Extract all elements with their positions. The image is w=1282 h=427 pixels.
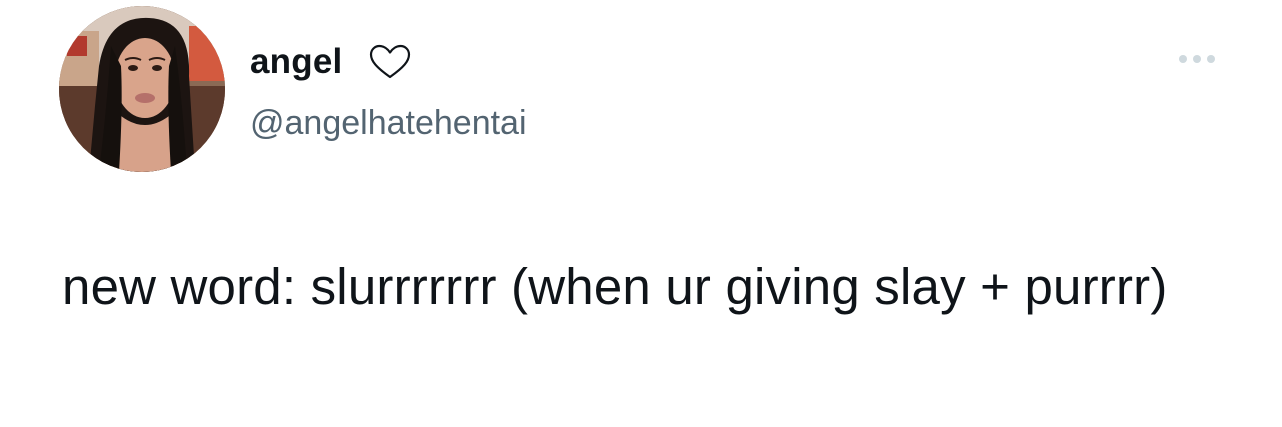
tweet-card: angel @angelhatehentai new word: slurrrr… bbox=[0, 0, 1282, 427]
avatar[interactable] bbox=[59, 6, 225, 172]
display-name-text: angel bbox=[250, 42, 343, 81]
avatar-image bbox=[59, 6, 225, 172]
user-handle[interactable]: @angelhatehentai bbox=[250, 101, 527, 145]
display-name[interactable]: angel bbox=[250, 40, 342, 84]
heart-outline-icon bbox=[369, 44, 411, 79]
more-options-button[interactable] bbox=[1173, 44, 1221, 74]
ellipsis-icon bbox=[1179, 55, 1215, 63]
tweet-text: new word: slurrrrrrr (when ur giving sla… bbox=[62, 258, 1168, 315]
